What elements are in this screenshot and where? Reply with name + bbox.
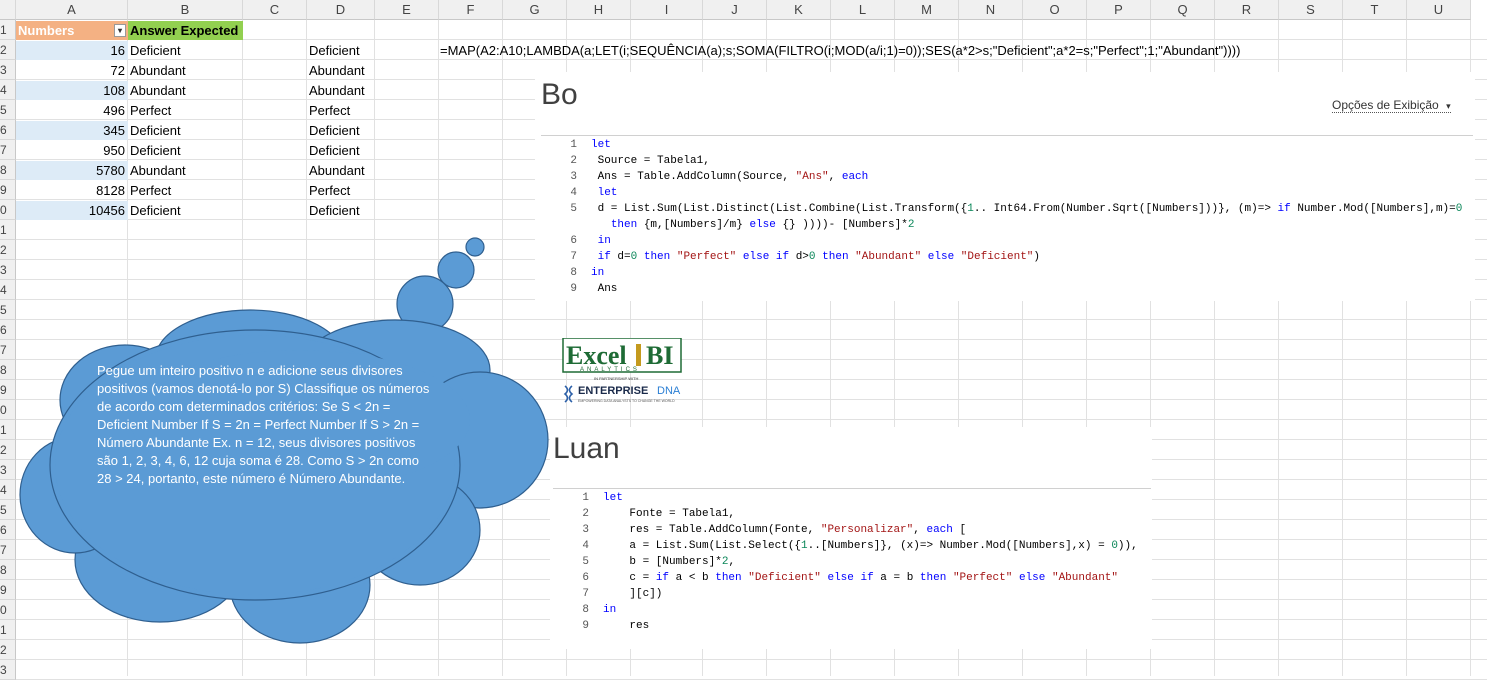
- cloud-callout-text[interactable]: Pegue um inteiro positivo n e adicione s…: [97, 362, 433, 488]
- cloud-callout-shape[interactable]: [0, 0, 1487, 676]
